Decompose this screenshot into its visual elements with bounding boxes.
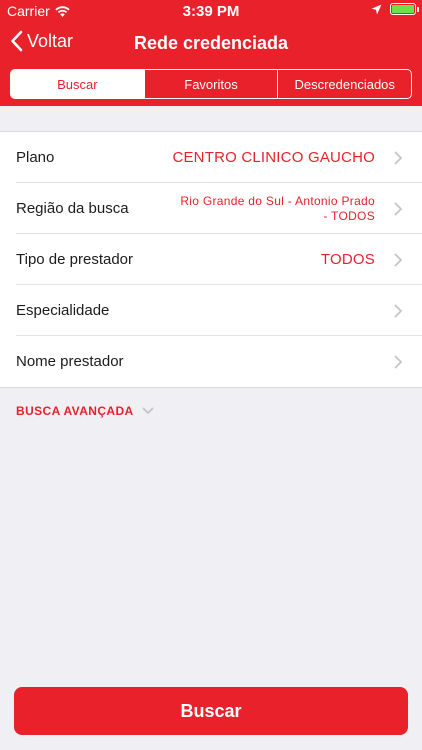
row-label: Plano [16,149,55,166]
row-label: Especialidade [16,302,110,319]
chevron-down-icon [142,407,154,414]
navigation-bar: Voltar Rede credenciada [0,22,422,66]
row-nome-prestador[interactable]: Nome prestador [0,336,422,387]
row-label: Nome prestador [16,353,124,370]
row-value: Rio Grande do Sul - Antonio Prado - TODO… [180,193,375,223]
chevron-right-icon [394,355,402,369]
search-button[interactable]: Buscar [14,687,408,735]
location-arrow-icon [371,4,382,14]
row-regiao-busca[interactable]: Região da busca Rio Grande do Sul - Anto… [0,183,422,234]
chevron-right-icon [394,253,402,267]
back-label: Voltar [27,30,74,51]
advanced-search-label: BUSCA AVANÇADA [16,404,134,418]
row-tipo-prestador[interactable]: Tipo de prestador TODOS [0,234,422,285]
search-form: Plano CENTRO CLINICO GAUCHO Região da bu… [0,131,422,388]
status-time: 3:39 PM [182,3,240,20]
status-bar: Carrier 3:39 PM [0,0,422,22]
advanced-search-toggle[interactable]: BUSCA AVANÇADA [16,404,154,418]
battery-icon [390,3,419,15]
row-value: TODOS [320,251,375,268]
back-button[interactable]: Voltar [10,30,73,52]
chevron-right-icon [394,304,402,318]
row-plano[interactable]: Plano CENTRO CLINICO GAUCHO [0,132,422,183]
chevron-left-icon [11,30,23,52]
segmented-control: Buscar Favoritos Descredenciados [10,69,412,99]
row-value: CENTRO CLINICO GAUCHO [172,149,375,166]
row-label: Região da busca [16,200,129,217]
chevron-right-icon [394,202,402,216]
tab-descredenciados[interactable]: Descredenciados [277,70,411,98]
row-label: Tipo de prestador [16,251,134,268]
battery-level [392,5,414,13]
status-right [371,3,419,15]
chevron-right-icon [394,151,402,165]
tab-favoritos[interactable]: Favoritos [143,70,278,98]
tab-buscar[interactable]: Buscar [11,70,144,98]
app-header: Carrier 3:39 PM Voltar Rede credenciada [0,0,422,106]
row-especialidade[interactable]: Especialidade [0,285,422,336]
